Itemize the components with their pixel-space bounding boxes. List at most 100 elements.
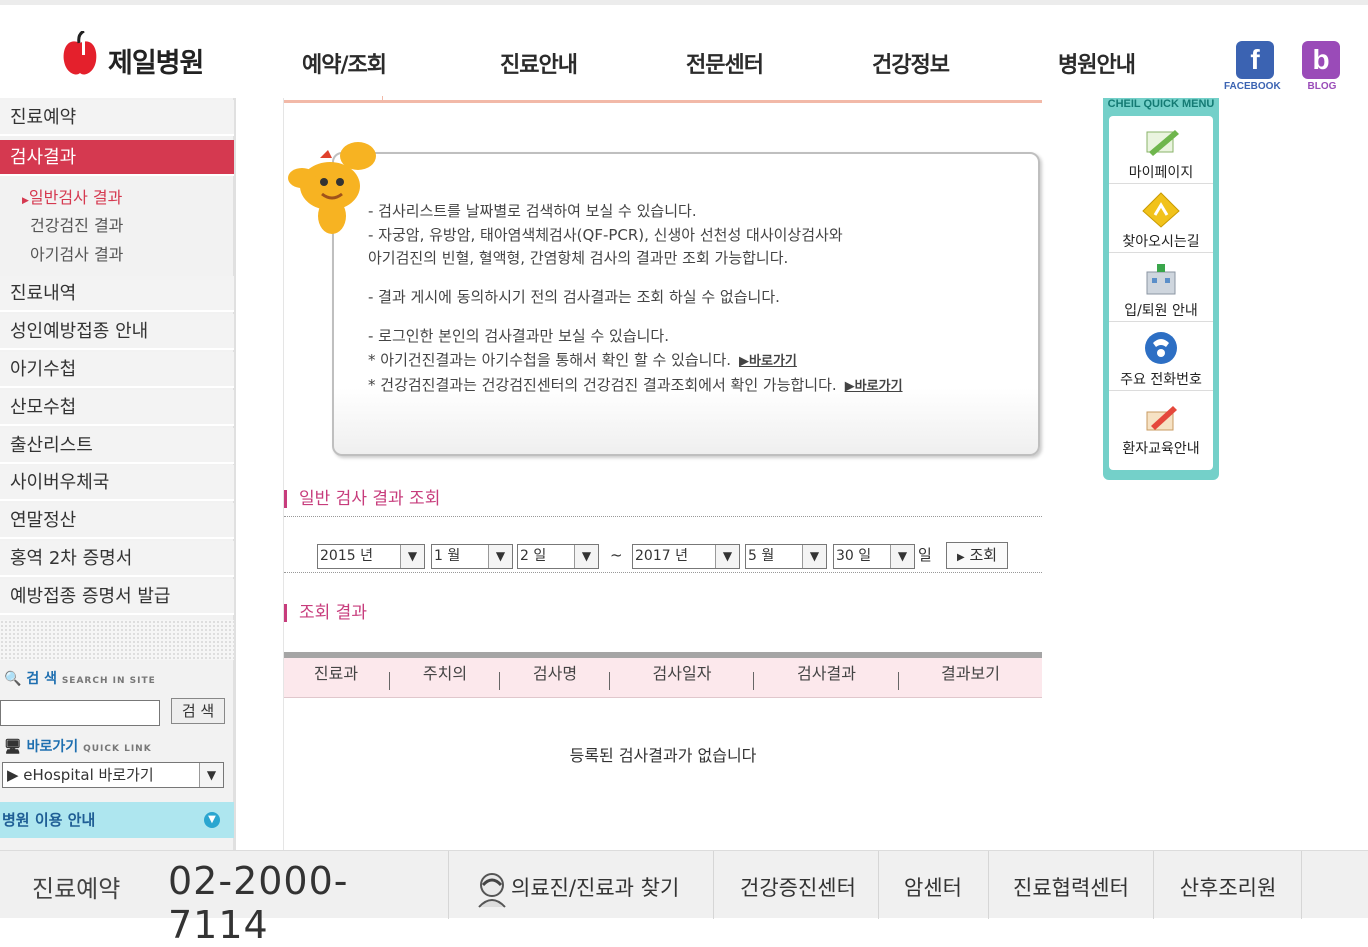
nav-hospital-info[interactable]: 병원안내 <box>1058 47 1136 79</box>
quick-menu-list: 마이페이지 찾아오시는길 입/퇴원 안내 주요 전화번호 환자교육안내 <box>1109 116 1213 470</box>
play-icon: ▶ <box>956 552 965 563</box>
from-day-select[interactable]: 2 일 ▼ <box>517 544 599 569</box>
from-year-select[interactable]: 2015 년 ▼ <box>317 544 425 569</box>
phone-icon <box>1145 332 1177 364</box>
sidebar-subitem-baby-test[interactable]: 아기검사 결과 <box>30 241 123 265</box>
info-line-checkup: * 건강검진결과는 건강검진센터의 건강검진 결과조회에서 확인 가능합니다. ▶… <box>368 374 903 395</box>
dotted-divider <box>284 516 1042 517</box>
sidebar-item-baby-book[interactable]: 아기수첩 <box>0 352 234 388</box>
site-search-button[interactable]: 검 색 <box>171 698 225 724</box>
postpartum-link[interactable]: 산후조리원 <box>1154 851 1302 919</box>
column-header: 검사일자 <box>652 664 712 683</box>
quick-menu-phone[interactable]: 주요 전화번호 <box>1109 323 1213 391</box>
sidebar-subitem-checkup[interactable]: 건강검진 결과 <box>30 212 123 236</box>
reservation-phone-cell[interactable]: 진료예약 02-2000-7114 <box>0 851 449 947</box>
sidebar-item-tax[interactable]: 연말정산 <box>0 503 234 539</box>
pencil-note-icon <box>1146 130 1179 156</box>
to-year-select[interactable]: 2017 년 ▼ <box>632 544 740 569</box>
site-search-input[interactable] <box>0 700 160 726</box>
to-month-value: 5 월 <box>748 548 775 564</box>
find-doctor-link[interactable]: 의료진/진료과 찾기 <box>449 851 714 919</box>
quick-menu-label: 입/퇴원 안내 <box>1124 303 1198 319</box>
column-header: 결과보기 <box>941 664 1000 683</box>
bottom-bar: 진료예약 02-2000-7114 의료진/진료과 찾기 건강증진센터 암센터 … <box>0 850 1368 947</box>
dotted-divider <box>284 572 1042 573</box>
sidebar-item-vaccine-cert[interactable]: 예방접종 증명서 발급 <box>0 579 234 615</box>
education-icon <box>1146 406 1177 431</box>
quick-menu-title: CHEIL QUICK MENU <box>1107 98 1215 110</box>
hospital-logo[interactable]: 제일병원 <box>62 27 222 83</box>
sidebar: 진료예약 검사결과 ▶일반검사 결과 건강검진 결과 아기검사 결과 진료내역 … <box>0 98 236 850</box>
chevron-down-icon: ▼ <box>574 545 598 568</box>
nav-special-center[interactable]: 전문센터 <box>686 47 764 79</box>
from-month-select[interactable]: 1 월 ▼ <box>431 544 513 569</box>
quick-menu-education[interactable]: 환자교육안내 <box>1109 392 1213 460</box>
sidebar-item-reservation[interactable]: 진료예약 <box>0 100 234 136</box>
lookup-button[interactable]: ▶ 조회 <box>946 542 1008 569</box>
tab-tick <box>382 96 383 101</box>
info-line-text: * 건강검진결과는 건강검진센터의 건강검진 결과조회에서 확인 가능합니다. <box>368 376 837 394</box>
quick-link-select[interactable]: ▶ eHospital 바로가기 ▼ <box>2 762 224 788</box>
cooperation-center-link[interactable]: 진료협력센터 <box>989 851 1154 919</box>
health-center-link[interactable]: 건강증진센터 <box>714 851 879 919</box>
site-search-label: 🔍 검 색 SEARCH IN SITE <box>4 668 156 688</box>
blog-link[interactable]: b BLOG <box>1302 41 1342 92</box>
day-suffix: 일 <box>918 546 932 564</box>
to-day-select[interactable]: 30 일 ▼ <box>833 544 915 569</box>
quick-select-value: ▶ eHospital 바로가기 <box>7 766 154 784</box>
column-header: 검사명 <box>532 664 578 683</box>
baby-book-link[interactable]: ▶바로가기 <box>739 354 797 369</box>
from-month-value: 1 월 <box>434 548 461 564</box>
info-line: - 자궁암, 유방암, 태아염색체검사(QF-PCR), 신생아 선천성 대사이… <box>368 226 843 244</box>
nav-health-info[interactable]: 건강정보 <box>872 47 950 79</box>
sidebar-item-adult-vaccine[interactable]: 성인예방접종 안내 <box>0 314 234 350</box>
checkup-result-link[interactable]: ▶바로가기 <box>845 379 903 394</box>
doctor-icon <box>478 873 506 908</box>
sidebar-item-cyber-post[interactable]: 사이버우체국 <box>0 465 234 501</box>
nav-treatment[interactable]: 진료안내 <box>500 47 578 79</box>
postpartum-label: 산후조리원 <box>1179 876 1277 900</box>
quick-menu: CHEIL QUICK MENU 마이페이지 찾아오시는길 입/퇴원 안내 주요… <box>1103 98 1219 480</box>
info-box: - 검사리스트를 날짜별로 검색하여 보실 수 있습니다. - 자궁암, 유방암… <box>332 152 1040 456</box>
facebook-label: FACEBOOK <box>1224 81 1281 92</box>
chevron-down-icon: ▼ <box>199 763 223 787</box>
quick-menu-mypage[interactable]: 마이페이지 <box>1109 116 1213 184</box>
quick-menu-label: 찾아오시는길 <box>1122 234 1200 250</box>
reservation-phone: 02-2000-7114 <box>168 859 349 947</box>
empty-result-message: 등록된 검사결과가 없습니다 <box>569 746 757 765</box>
nav-reservation[interactable]: 예약/조회 <box>302 47 387 79</box>
chevron-down-icon: ▼ <box>204 812 220 828</box>
quick-menu-directions[interactable]: 찾아오시는길 <box>1109 185 1213 253</box>
facebook-link[interactable]: f FACEBOOK <box>1224 41 1281 92</box>
health-center-label: 건강증진센터 <box>740 876 856 900</box>
to-month-select[interactable]: 5 월 ▼ <box>745 544 827 569</box>
quick-menu-label: 주요 전화번호 <box>1120 372 1202 388</box>
quick-link-label: 🖥 바로가기 QUICK LINK <box>4 736 152 756</box>
column-header: 주치의 <box>422 664 468 683</box>
chevron-down-icon: ▼ <box>802 545 826 568</box>
quick-menu-label: 환자교육안내 <box>1122 441 1200 457</box>
results-section-title: 조회 결과 <box>284 604 367 622</box>
chevron-down-icon: ▼ <box>400 545 424 568</box>
hospital-building-icon <box>1146 264 1176 295</box>
sidebar-item-birth-list[interactable]: 출산리스트 <box>0 428 234 464</box>
cancer-center-link[interactable]: 암센터 <box>879 851 989 919</box>
sidebar-item-test-results[interactable]: 검사결과 <box>0 140 234 176</box>
sidebar-item-measles-cert[interactable]: 홍역 2차 증명서 <box>0 541 234 577</box>
find-doctor-label: 의료진/진료과 찾기 <box>511 876 680 900</box>
hospital-guide-bar[interactable]: 병원 이용 안내 ▼ <box>0 802 234 838</box>
column-header: 검사결과 <box>797 664 856 683</box>
sidebar-subitem-general-test[interactable]: ▶일반검사 결과 <box>22 184 122 208</box>
magnifier-icon: 🔍 <box>4 671 22 687</box>
sidebar-item-history[interactable]: 진료내역 <box>0 276 234 312</box>
bullet-icon: ▶ <box>22 196 29 206</box>
info-line: - 검사리스트를 날짜별로 검색하여 보실 수 있습니다. <box>368 202 697 220</box>
range-tilde: ~ <box>610 546 623 564</box>
search-sub-label: SEARCH IN SITE <box>61 676 156 686</box>
quick-menu-admission[interactable]: 입/퇴원 안내 <box>1109 254 1213 322</box>
quick-label-text: 바로가기 <box>26 739 79 755</box>
to-year-value: 2017 년 <box>635 548 688 564</box>
lookup-button-label: 조회 <box>969 546 998 564</box>
chevron-down-icon: ▼ <box>890 545 914 568</box>
sidebar-item-mother-book[interactable]: 산모수첩 <box>0 390 234 426</box>
